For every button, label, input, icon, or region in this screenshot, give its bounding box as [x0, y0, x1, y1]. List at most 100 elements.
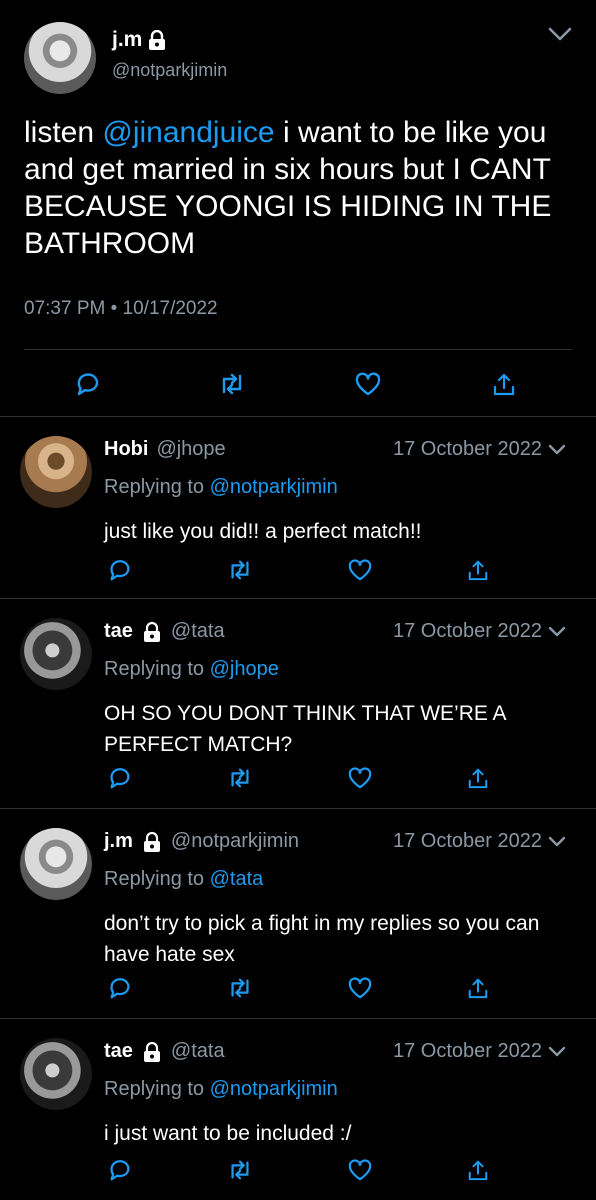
chevron-down-icon[interactable] [548, 444, 566, 456]
retweet-button[interactable] [222, 760, 258, 796]
mention-link[interactable]: @jinandjuice [102, 116, 274, 149]
author-row: j.m [112, 28, 166, 52]
date-text: 17 October 2022 [393, 830, 542, 852]
author-name[interactable]: j.m [112, 28, 142, 52]
replying-label: Replying to [104, 868, 205, 890]
author-handle[interactable]: @notparkjimin [171, 830, 299, 853]
reply-button[interactable] [70, 366, 106, 402]
like-icon [348, 1159, 372, 1181]
author-name[interactable]: Hobi [104, 438, 148, 461]
reply-date: 17 October 2022 [393, 1040, 566, 1063]
reply-header: j.m @notparkjimin [104, 830, 299, 853]
author-handle[interactable]: @tata [171, 1040, 225, 1063]
avatar[interactable] [20, 828, 92, 900]
author-handle[interactable]: @jhope [156, 438, 225, 461]
reply-icon [110, 768, 130, 789]
date-text: 17 October 2022 [393, 438, 542, 460]
tweet-text-prefix: listen [24, 116, 103, 149]
reply-header: tae @tata [104, 620, 225, 643]
like-button[interactable] [342, 970, 378, 1006]
reply-text: i just want to be included :/ [104, 1122, 352, 1145]
lock-icon [149, 30, 166, 50]
retweet-icon [231, 978, 249, 998]
chevron-down-icon[interactable] [548, 836, 566, 848]
reply-text: just like you did!! a perfect match!! [104, 520, 422, 543]
share-button[interactable] [460, 970, 496, 1006]
retweet-button[interactable] [222, 970, 258, 1006]
share-button[interactable] [460, 1152, 496, 1188]
reply-date: 17 October 2022 [393, 830, 566, 853]
like-button[interactable] [342, 552, 378, 588]
author-name[interactable]: j.m [104, 830, 133, 853]
lock-icon [143, 831, 160, 852]
retweet-icon [222, 373, 242, 395]
replying-to: Replying to @tata [104, 868, 263, 891]
chevron-down-icon[interactable] [548, 26, 572, 42]
avatar[interactable] [24, 22, 96, 94]
reply-icon [77, 373, 99, 396]
like-button[interactable] [342, 1152, 378, 1188]
chevron-down-icon[interactable] [548, 1046, 566, 1058]
retweet-button[interactable] [214, 366, 250, 402]
author-handle[interactable]: @notparkjimin [112, 60, 227, 81]
replying-to: Replying to @jhope [104, 658, 279, 681]
reply-date: 17 October 2022 [393, 620, 566, 643]
replying-to: Replying to @notparkjimin [104, 476, 338, 499]
replying-label: Replying to [104, 658, 205, 680]
lock-icon [143, 1041, 160, 1062]
reply-tweet[interactable]: Hobi @jhope 17 October 2022 Replying to … [0, 418, 596, 598]
retweet-icon [231, 768, 249, 788]
divider [0, 598, 596, 599]
like-button[interactable] [342, 760, 378, 796]
replying-label: Replying to [104, 1078, 205, 1100]
mention-link[interactable]: @notparkjimin [210, 1078, 338, 1100]
reply-button[interactable] [102, 552, 138, 588]
mention-link[interactable]: @notparkjimin [210, 476, 338, 498]
reply-icon [110, 560, 130, 581]
avatar[interactable] [20, 1038, 92, 1110]
author-handle[interactable]: @tata [171, 620, 225, 643]
like-icon [348, 767, 372, 789]
share-button[interactable] [486, 366, 522, 402]
reply-button[interactable] [102, 760, 138, 796]
retweet-button[interactable] [222, 1152, 258, 1188]
action-bar [0, 760, 596, 796]
action-bar [0, 552, 596, 588]
reply-tweet[interactable]: tae @tata 17 October 2022 Replying to @n… [0, 1020, 596, 1200]
mention-link[interactable]: @jhope [210, 658, 279, 680]
tweet-timestamp[interactable]: 07:37 PM • 10/17/2022 [24, 298, 218, 320]
date-text: 17 October 2022 [393, 620, 542, 642]
reply-button[interactable] [102, 970, 138, 1006]
reply-icon [110, 978, 130, 999]
avatar[interactable] [20, 618, 92, 690]
reply-tweet[interactable]: tae @tata 17 October 2022 Replying to @j… [0, 600, 596, 808]
reply-text: OH SO YOU DONT THINK THAT WE’RE A PERFEC… [104, 702, 506, 756]
retweet-button[interactable] [222, 552, 258, 588]
reply-date: 17 October 2022 [393, 438, 566, 461]
replying-label: Replying to [104, 476, 205, 498]
reply-header: Hobi @jhope [104, 438, 226, 461]
like-button[interactable] [350, 366, 386, 402]
divider [0, 808, 596, 809]
chevron-down-icon[interactable] [548, 626, 566, 638]
author-name[interactable]: tae [104, 1040, 133, 1063]
share-icon [468, 560, 488, 581]
avatar[interactable] [20, 436, 92, 508]
share-button[interactable] [460, 552, 496, 588]
reply-header: tae @tata [104, 1040, 225, 1063]
reply-icon [110, 1160, 130, 1181]
action-bar [0, 366, 596, 402]
reply-text: don’t try to pick a fight in my replies … [104, 912, 540, 966]
mention-link[interactable]: @tata [210, 868, 264, 890]
lock-icon [140, 620, 163, 643]
share-icon [468, 1160, 488, 1181]
share-icon [468, 768, 488, 789]
retweet-icon [231, 560, 249, 580]
share-button[interactable] [460, 760, 496, 796]
like-icon [348, 559, 372, 581]
divider [0, 1018, 596, 1019]
like-icon [348, 977, 372, 999]
reply-tweet[interactable]: j.m @notparkjimin 17 October 2022 Replyi… [0, 810, 596, 1018]
reply-button[interactable] [102, 1152, 138, 1188]
author-name[interactable]: tae [104, 620, 133, 643]
